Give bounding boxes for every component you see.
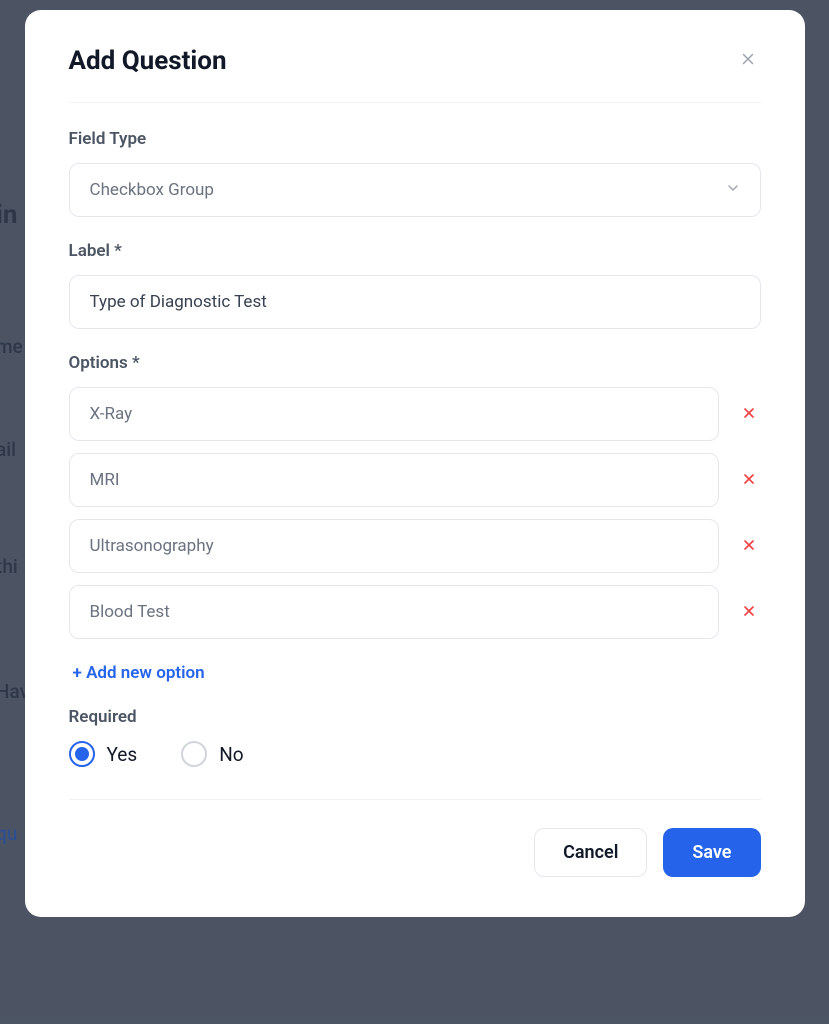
radio-circle-icon — [181, 741, 207, 767]
option-input-2[interactable] — [69, 519, 719, 573]
radio-circle-icon — [69, 741, 95, 767]
save-button[interactable]: Save — [663, 828, 760, 877]
options-label: Options * — [69, 353, 761, 373]
option-input-3[interactable] — [69, 585, 719, 639]
option-input-1[interactable] — [69, 453, 719, 507]
remove-option-button[interactable] — [737, 533, 761, 560]
modal-header: Add Question — [69, 46, 761, 103]
close-icon — [739, 50, 757, 71]
close-button[interactable] — [735, 46, 761, 75]
required-no-radio[interactable]: No — [181, 741, 243, 767]
remove-icon — [741, 537, 757, 556]
remove-option-button[interactable] — [737, 467, 761, 494]
label-input[interactable] — [69, 275, 761, 329]
remove-icon — [741, 405, 757, 424]
modal-backdrop: Add Question Field Type — [0, 0, 829, 1024]
required-no-label: No — [219, 743, 243, 766]
field-type-group: Field Type — [69, 129, 761, 217]
required-label: Required — [69, 707, 761, 727]
field-type-label: Field Type — [69, 129, 761, 149]
field-type-select[interactable] — [69, 163, 761, 217]
option-row — [69, 453, 761, 507]
remove-icon — [741, 603, 757, 622]
options-group: Options * — [69, 353, 761, 683]
label-group: Label * — [69, 241, 761, 329]
add-question-modal: Add Question Field Type — [25, 10, 805, 917]
required-group: Required Yes No — [69, 707, 761, 767]
remove-icon — [741, 471, 757, 490]
required-radio-group: Yes No — [69, 741, 761, 767]
option-row — [69, 585, 761, 639]
remove-option-button[interactable] — [737, 401, 761, 428]
radio-dot-icon — [75, 747, 89, 761]
option-input-0[interactable] — [69, 387, 719, 441]
option-row — [69, 387, 761, 441]
required-yes-label: Yes — [107, 743, 138, 766]
modal-footer: Cancel Save — [69, 799, 761, 877]
required-yes-radio[interactable]: Yes — [69, 741, 138, 767]
remove-option-button[interactable] — [737, 599, 761, 626]
cancel-button[interactable]: Cancel — [534, 828, 647, 877]
label-field-label: Label * — [69, 241, 761, 261]
field-type-select-wrapper — [69, 163, 761, 217]
modal-title: Add Question — [69, 46, 227, 76]
option-row — [69, 519, 761, 573]
add-option-button[interactable]: + Add new option — [69, 651, 205, 683]
